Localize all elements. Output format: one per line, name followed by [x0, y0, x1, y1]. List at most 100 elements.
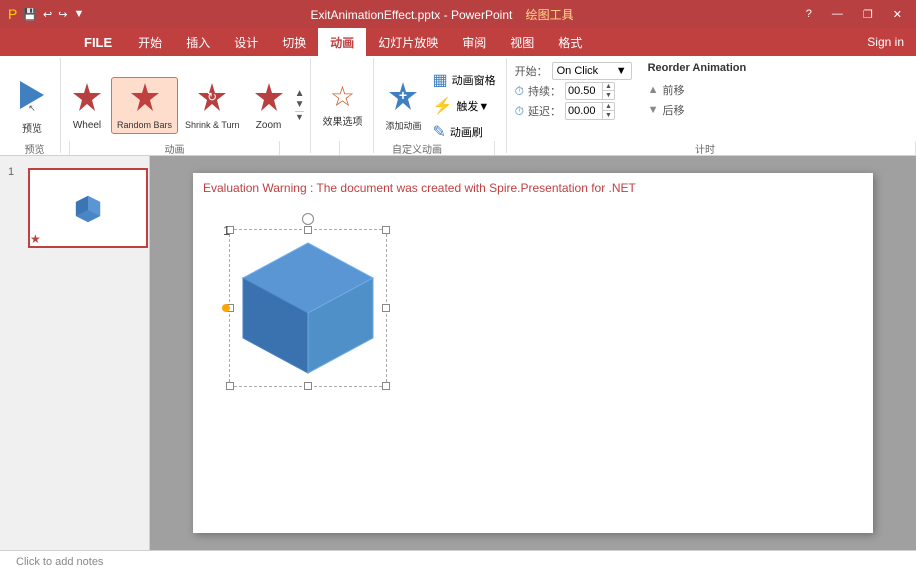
- move-later-icon: ▼: [648, 104, 659, 116]
- undo-btn[interactable]: ↩: [43, 8, 52, 21]
- preview-icon: ↖: [16, 77, 48, 118]
- zoom-label: Zoom: [256, 120, 282, 131]
- delay-field[interactable]: [566, 105, 602, 117]
- tab-slideshow[interactable]: 幻灯片放映: [366, 28, 450, 56]
- tab-start[interactable]: 开始: [126, 28, 174, 56]
- tab-format[interactable]: 格式: [546, 28, 594, 56]
- help-btn[interactable]: ?: [800, 6, 818, 22]
- animation-panel-btn[interactable]: ▦ 动画窗格: [428, 68, 499, 92]
- handle-tr[interactable]: [382, 226, 390, 234]
- scroll-up-btn[interactable]: ▲: [295, 89, 305, 99]
- animation-panel-label: 动画窗格: [452, 72, 496, 88]
- minimize-btn[interactable]: —: [826, 6, 849, 22]
- title-center: ExitAnimationEffect.pptx - PowerPoint 绘图…: [84, 6, 799, 23]
- title-left: P 💾 ↩ ↪ ▼: [8, 6, 84, 22]
- customize-btn[interactable]: ▼: [73, 8, 84, 20]
- redo-btn[interactable]: ↪: [58, 8, 67, 21]
- slide-canvas[interactable]: Evaluation Warning : The document was cr…: [150, 156, 916, 550]
- shrink-turn-icon: ↻: [196, 81, 228, 118]
- group-animations: Wheel Random Bars ↻ Sh: [61, 58, 311, 153]
- quick-save-btn[interactable]: 💾: [23, 8, 37, 21]
- dropdown-arrow-icon: ▼: [616, 65, 627, 77]
- effects-btn[interactable]: ☆ 效果选项: [317, 80, 367, 131]
- eval-warning: Evaluation Warning : The document was cr…: [203, 181, 636, 195]
- slide-thumbnail[interactable]: [28, 168, 148, 248]
- cube-container[interactable]: 1: [233, 233, 383, 383]
- slide-star: ★: [30, 232, 41, 246]
- handle-br[interactable]: [382, 382, 390, 390]
- delay-down-btn[interactable]: ▼: [603, 111, 614, 120]
- tab-animations[interactable]: 动画: [318, 28, 366, 56]
- brush-icon: ✎: [432, 122, 445, 142]
- tab-transitions[interactable]: 切换: [270, 28, 318, 56]
- selection-box: [229, 229, 387, 387]
- animation-scroll: ▲ ▼ ▼: [293, 87, 307, 124]
- handle-bc[interactable]: [304, 382, 312, 390]
- ribbon: ↖ 预览 Wheel: [0, 56, 916, 156]
- animation-panel-row: + 添加动画 ▦ 动画窗格 ⚡ 触发▼ ✎ 动画刷: [380, 68, 499, 144]
- svg-text:+: +: [399, 87, 407, 103]
- move-later-btn[interactable]: ▼ 后移: [648, 102, 747, 118]
- slide-content: Evaluation Warning : The document was cr…: [193, 173, 873, 533]
- tab-insert[interactable]: 插入: [174, 28, 222, 56]
- close-btn[interactable]: ✕: [887, 6, 908, 23]
- delay-input[interactable]: ▲ ▼: [565, 102, 615, 120]
- svg-text:↖: ↖: [28, 103, 36, 113]
- move-earlier-btn[interactable]: ▲ 前移: [648, 82, 747, 98]
- start-value: On Click: [557, 65, 599, 77]
- tab-design[interactable]: 设计: [222, 28, 270, 56]
- title-bar: P 💾 ↩ ↪ ▼ ExitAnimationEffect.pptx - Pow…: [0, 0, 916, 28]
- tab-view[interactable]: 视图: [498, 28, 546, 56]
- add-animation-icon: +: [387, 80, 419, 117]
- zoom-btn[interactable]: Zoom: [247, 78, 291, 134]
- rotate-handle[interactable]: [302, 213, 314, 225]
- tab-review[interactable]: 审阅: [450, 28, 498, 56]
- add-animation-btn[interactable]: + 添加动画: [380, 77, 426, 135]
- handle-bl[interactable]: [226, 382, 234, 390]
- group-timing: 开始： On Click ▼ ⏱ 持续： ▲ ▼ ⏱ 延迟：: [507, 58, 640, 153]
- group-reorder: Reorder Animation ▲ 前移 ▼ 后移: [640, 58, 755, 153]
- restore-btn[interactable]: ❐: [857, 6, 879, 23]
- start-dropdown[interactable]: On Click ▼: [552, 62, 632, 80]
- animation-brush-btn[interactable]: ✎ 动画刷: [428, 120, 499, 144]
- delay-spin: ▲ ▼: [602, 102, 614, 120]
- scroll-down-btn[interactable]: ▼: [295, 100, 305, 110]
- notes-bar[interactable]: Click to add notes: [0, 550, 916, 572]
- app-icon: P: [8, 6, 17, 22]
- tab-file[interactable]: FILE: [70, 28, 126, 56]
- slide-panel: 1 ★: [0, 156, 150, 550]
- shrink-turn-btn[interactable]: ↻ Shrink & Turn: [180, 78, 245, 133]
- group-effects: ☆ 效果选项: [311, 58, 374, 153]
- random-bars-icon: [129, 81, 161, 118]
- move-earlier-label: 前移: [663, 82, 685, 98]
- duration-field[interactable]: [566, 85, 602, 97]
- duration-label: 持续：: [528, 83, 561, 99]
- duration-up-btn[interactable]: ▲: [603, 82, 614, 91]
- duration-input[interactable]: ▲ ▼: [565, 82, 615, 100]
- duration-row: ⏱ 持续： ▲ ▼: [515, 82, 632, 100]
- preview-btn[interactable]: ↖ 预览: [10, 74, 54, 138]
- delay-up-btn[interactable]: ▲: [603, 102, 614, 111]
- orange-dot: [222, 304, 230, 312]
- delay-label: 延迟：: [528, 103, 561, 119]
- trigger-btn[interactable]: ⚡ 触发▼: [428, 94, 499, 118]
- sign-in-btn[interactable]: Sign in: [855, 31, 916, 53]
- main-area: 1 ★ Evaluation Warning : The document wa…: [0, 156, 916, 550]
- handle-tc[interactable]: [304, 226, 312, 234]
- duration-label-icon: ⏱: [515, 84, 524, 99]
- svg-text:↻: ↻: [207, 90, 217, 104]
- filename: ExitAnimationEffect.pptx - PowerPoint: [310, 8, 512, 22]
- duration-down-btn[interactable]: ▼: [603, 91, 614, 100]
- reorder-title: Reorder Animation: [648, 62, 747, 74]
- scroll-more-btn[interactable]: ▼: [295, 111, 304, 122]
- group-preview: ↖ 预览: [4, 58, 61, 153]
- drawing-tools-label: 绘图工具: [526, 8, 574, 22]
- wheel-btn[interactable]: Wheel: [65, 78, 109, 134]
- random-bars-label: Random Bars: [117, 120, 172, 130]
- group-custom-animation: + 添加动画 ▦ 动画窗格 ⚡ 触发▼ ✎ 动画刷: [374, 58, 506, 153]
- delay-row: ⏱ 延迟： ▲ ▼: [515, 102, 632, 120]
- handle-mr[interactable]: [382, 304, 390, 312]
- trigger-label: 触发▼: [456, 98, 489, 114]
- random-bars-btn[interactable]: Random Bars: [111, 77, 178, 134]
- slide-number: 1: [8, 166, 14, 178]
